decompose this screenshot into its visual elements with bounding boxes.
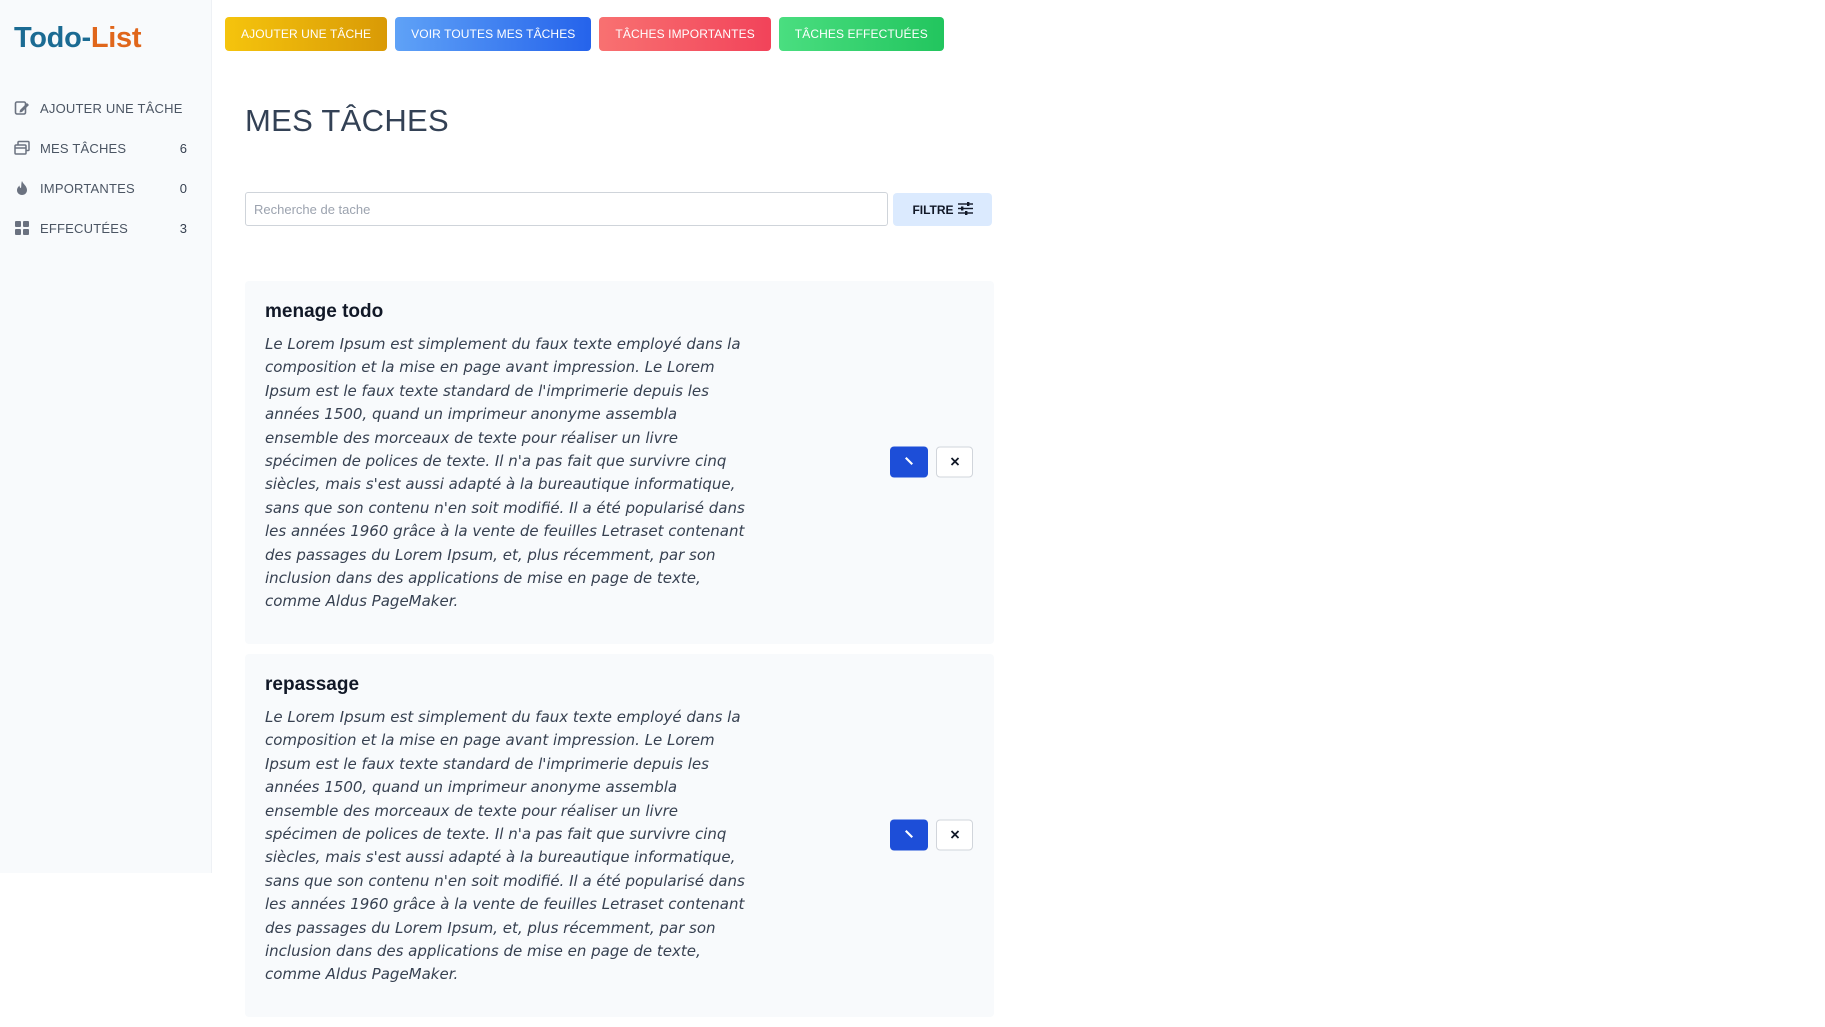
sidebar-item-count: 6 — [179, 140, 187, 156]
task-list: menage todo Le Lorem Ipsum est simplemen… — [245, 281, 994, 1027]
task-card: menage todo Le Lorem Ipsum est simplemen… — [245, 281, 994, 644]
close-icon — [950, 454, 960, 471]
delete-task-button[interactable] — [936, 819, 973, 851]
search-input[interactable] — [245, 192, 888, 226]
sidebar: Todo-List AJOUTER UNE TÂCHE MES TÂCHES 6… — [0, 0, 212, 873]
top-action-bar: AJOUTER UNE TÂCHE VOIR TOUTES MES TÂCHES… — [225, 17, 944, 51]
important-tasks-button[interactable]: TÂCHES IMPORTANTES — [599, 17, 771, 51]
logo-part-todo: Todo — [14, 22, 82, 54]
grid-icon — [14, 220, 30, 236]
pencil-icon — [903, 455, 915, 470]
filter-button[interactable]: FILTRE — [893, 193, 992, 226]
task-description: Le Lorem Ipsum est simplement du faux te… — [265, 707, 745, 984]
sidebar-item-label: AJOUTER UNE TÂCHE — [40, 100, 183, 116]
logo-part-list: List — [90, 22, 142, 54]
page-title: MES TÂCHES — [245, 103, 449, 138]
sidebar-item-count: 0 — [179, 180, 187, 196]
sidebar-item-label: MES TÂCHES — [40, 140, 127, 156]
task-description: Le Lorem Ipsum est simplement du faux te… — [265, 335, 745, 611]
done-tasks-button[interactable]: TÂCHES EFFECTUÉES — [778, 17, 944, 51]
pencil-icon — [903, 828, 915, 843]
edit-task-button[interactable] — [890, 446, 928, 478]
delete-task-button[interactable] — [936, 446, 973, 478]
task-title: repassage — [265, 673, 360, 695]
task-card: repassage Le Lorem Ipsum est simplement … — [245, 653, 994, 1017]
sidebar-nav: AJOUTER UNE TÂCHE MES TÂCHES 6 IMPORTANT… — [0, 88, 211, 248]
sidebar-item-my-tasks[interactable]: MES TÂCHES 6 — [0, 128, 211, 168]
task-actions — [890, 446, 973, 478]
add-task-button[interactable]: AJOUTER UNE TÂCHE — [225, 17, 388, 51]
sliders-icon — [957, 201, 973, 218]
app-logo[interactable]: Todo-List — [14, 22, 142, 55]
sidebar-item-count: 3 — [179, 220, 187, 236]
task-actions — [890, 819, 973, 851]
view-all-tasks-button[interactable]: VOIR TOUTES MES TÂCHES — [395, 17, 592, 51]
filter-label: FILTRE — [912, 202, 954, 217]
edit-task-button[interactable] — [890, 819, 928, 851]
sidebar-item-important[interactable]: IMPORTANTES 0 — [0, 168, 211, 208]
logo-separator: - — [81, 22, 92, 54]
windows-icon — [14, 140, 30, 156]
sidebar-item-label: IMPORTANTES — [40, 180, 135, 196]
sidebar-item-done[interactable]: EFFECUTÉES 3 — [0, 208, 211, 248]
edit-note-icon — [14, 100, 30, 116]
sidebar-item-label: EFFECUTÉES — [40, 220, 128, 236]
flame-icon — [14, 180, 30, 196]
task-title: menage todo — [265, 301, 384, 322]
close-icon — [950, 827, 960, 844]
sidebar-item-add-task[interactable]: AJOUTER UNE TÂCHE — [0, 88, 211, 128]
